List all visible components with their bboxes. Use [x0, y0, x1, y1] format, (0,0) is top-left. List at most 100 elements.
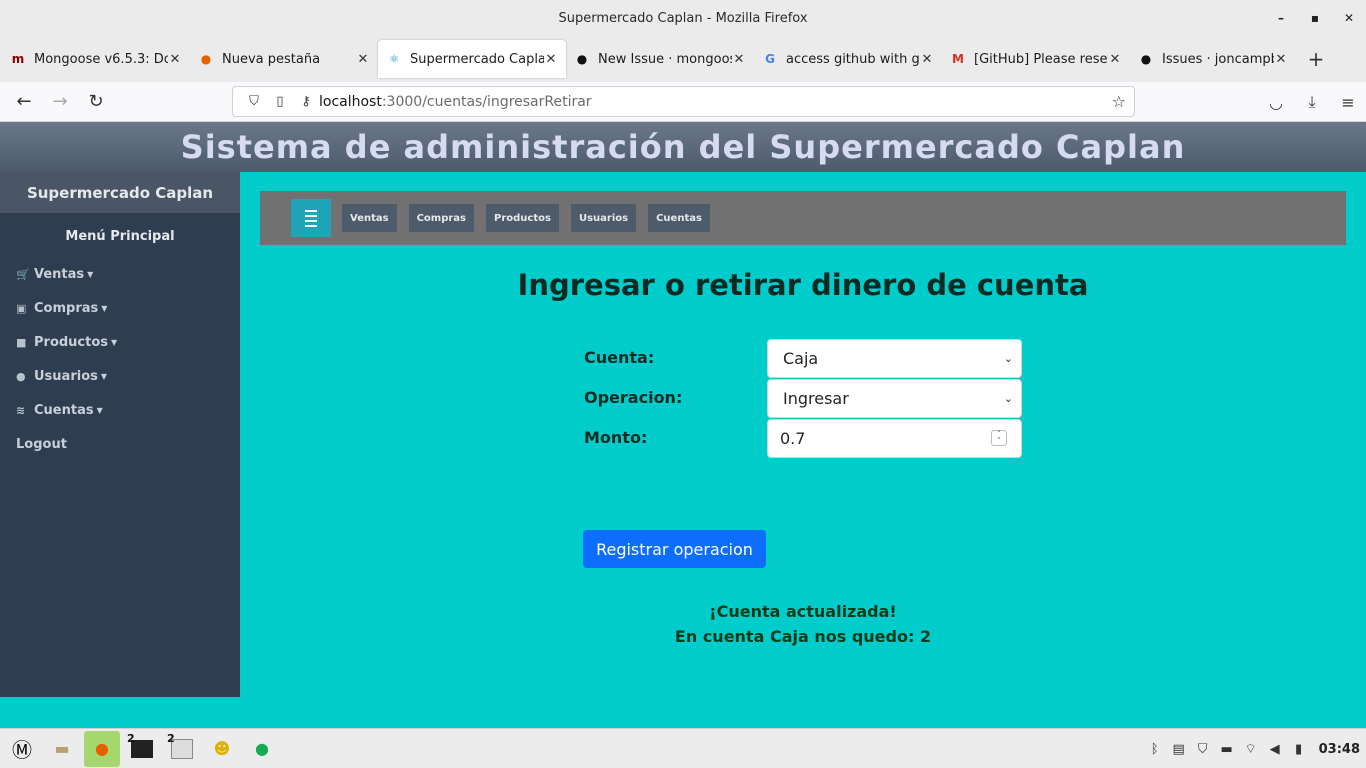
- maximize-icon[interactable]: ▪: [1298, 11, 1332, 25]
- tab-new-issue[interactable]: ● New Issue · mongoose ✕: [566, 40, 754, 78]
- tab-access-github[interactable]: G access github with git ✕: [754, 40, 942, 78]
- caret-down-icon: ▼: [111, 337, 118, 347]
- keyboard-icon[interactable]: ▬: [1215, 742, 1239, 757]
- sidebar-item-cuentas[interactable]: ≋ Cuentas ▼: [0, 393, 240, 427]
- wifi-icon[interactable]: ⌔: [1239, 741, 1263, 757]
- files-icon[interactable]: ▬: [44, 731, 80, 767]
- new-tab-icon[interactable]: +: [1300, 47, 1332, 71]
- toolbar-cuentas-button[interactable]: Cuentas: [648, 204, 710, 232]
- close-tab-icon[interactable]: ✕: [1108, 52, 1122, 67]
- close-tab-icon[interactable]: ✕: [544, 52, 558, 67]
- balance-prefix: En cuenta Caja nos quedo:: [674, 627, 915, 646]
- minimize-icon[interactable]: –: [1264, 11, 1298, 25]
- clock[interactable]: 03:48: [1319, 742, 1360, 757]
- caret-down-icon: ▼: [101, 303, 108, 313]
- operacion-select-value: Ingresar: [783, 389, 849, 408]
- shopping-bag-icon: ■: [16, 335, 27, 349]
- sidebar-item-label: Usuarios: [34, 368, 98, 384]
- pocket-icon[interactable]: ◡: [1258, 93, 1294, 112]
- react-icon: ⚛: [388, 52, 400, 66]
- github-icon: ●: [1140, 52, 1152, 66]
- mongoose-icon: m: [11, 52, 25, 66]
- sidebar-menu-title: Menú Principal: [65, 229, 175, 244]
- url-path: :3000/cuentas/ingresarRetirar: [381, 93, 592, 110]
- page-icon[interactable]: ▯: [267, 94, 293, 109]
- tab-label: Issues · joncampbell12: [1162, 51, 1274, 67]
- tab-label: Supermercado Caplan: [410, 51, 544, 67]
- close-tab-icon[interactable]: ✕: [1274, 52, 1288, 67]
- monto-input[interactable]: 0.7 ˄ ˅: [767, 419, 1022, 458]
- sidebar-item-label: Compras: [34, 300, 99, 316]
- caret-down-icon: ▼: [100, 371, 108, 381]
- tab-label: Mongoose v6.5.3: Doc: [34, 51, 168, 67]
- hamburger-menu-icon[interactable]: [291, 199, 331, 237]
- operacion-select[interactable]: Ingresar ⌄: [767, 379, 1022, 418]
- volume-icon[interactable]: ◀: [1263, 742, 1287, 757]
- monto-label: Monto:: [584, 428, 648, 447]
- firefox-icon: ●: [200, 52, 212, 66]
- tab-nueva-pestana[interactable]: ● Nueva pestaña ✕: [190, 40, 378, 78]
- tab-label: access github with git: [786, 51, 920, 67]
- mongodb-icon[interactable]: ●: [244, 731, 280, 767]
- firefox-taskbar-icon[interactable]: ●: [84, 730, 120, 767]
- toolbar-usuarios-button[interactable]: Usuarios: [570, 204, 637, 232]
- shield-tray-icon[interactable]: ⛉: [1191, 742, 1215, 757]
- cuenta-select[interactable]: Caja ⌄: [767, 339, 1022, 378]
- sidebar-item-usuarios[interactable]: ● Usuarios ▼: [0, 359, 240, 393]
- bookmark-star-icon[interactable]: ☆: [1112, 92, 1126, 111]
- close-window-icon[interactable]: ✕: [1332, 11, 1366, 25]
- terminal-taskbar-icon[interactable]: 2: [124, 731, 160, 767]
- registrar-operacion-button[interactable]: Registrar operacion: [583, 530, 766, 568]
- url-host: localhost: [319, 93, 382, 110]
- sidebar-brand[interactable]: Supermercado Caplan: [0, 172, 240, 213]
- close-tab-icon[interactable]: ✕: [920, 52, 934, 67]
- form-heading: Ingresar o retirar dinero de cuenta: [517, 268, 1089, 302]
- reload-icon[interactable]: ↻: [78, 91, 114, 112]
- number-spinner-icon[interactable]: ˄ ˅: [991, 430, 1007, 446]
- download-icon[interactable]: ⤓: [1294, 92, 1330, 112]
- chevron-down-icon: ⌄: [1003, 392, 1013, 405]
- close-tab-icon[interactable]: ✕: [732, 52, 746, 67]
- tab-mongoose[interactable]: m Mongoose v6.5.3: Doc ✕: [2, 40, 190, 78]
- cuenta-label: Cuenta:: [584, 348, 655, 367]
- back-icon[interactable]: ←: [6, 91, 42, 112]
- close-tab-icon[interactable]: ✕: [168, 52, 182, 67]
- sidebar-item-ventas[interactable]: 🛒 Ventas ▼: [0, 257, 240, 291]
- clipboard-icon[interactable]: ▤: [1167, 742, 1191, 757]
- page-title: Sistema de administración del Supermerca…: [180, 128, 1186, 166]
- sidebar-item-logout[interactable]: Logout: [0, 427, 240, 461]
- google-icon: G: [765, 52, 775, 66]
- tab-issues[interactable]: ● Issues · joncampbell12 ✕: [1130, 40, 1296, 78]
- sidebar-item-productos[interactable]: ■ Productos ▼: [0, 325, 240, 359]
- cuenta-select-value: Caja: [783, 349, 819, 368]
- shield-icon[interactable]: ⛉: [241, 94, 267, 109]
- key-icon[interactable]: ⚷: [293, 94, 319, 109]
- sidebar-item-label: Logout: [16, 436, 67, 452]
- tab-github-reset[interactable]: M [GitHub] Please reset ✕: [942, 40, 1130, 78]
- page-header: Sistema de administración del Supermerca…: [0, 122, 1366, 172]
- coins-icon: ≋: [16, 403, 26, 417]
- forward-icon[interactable]: →: [42, 91, 78, 112]
- file-manager-taskbar-icon[interactable]: 2: [164, 731, 200, 767]
- chevron-down-icon: ⌄: [1003, 352, 1013, 365]
- linux-mint-menu-icon[interactable]: Ⓜ: [4, 731, 40, 767]
- content-toolbar: Ventas Compras Productos Usuarios Cuenta…: [260, 191, 1346, 245]
- menu-icon[interactable]: ≡: [1330, 93, 1366, 112]
- close-tab-icon[interactable]: ✕: [356, 52, 370, 67]
- toolbar-ventas-button[interactable]: Ventas: [342, 204, 397, 232]
- success-message: ¡Cuenta actualizada!: [709, 602, 897, 621]
- balance-message: En cuenta Caja nos quedo: 2: [583, 627, 1023, 646]
- tab-supermercado-caplan[interactable]: ⚛ Supermercado Caplan ✕: [378, 40, 566, 78]
- battery-icon[interactable]: ▮: [1287, 742, 1311, 757]
- window-controls: – ▪ ✕: [1264, 0, 1366, 36]
- mascot-app-icon[interactable]: ☻: [204, 731, 240, 767]
- sidebar-item-compras[interactable]: ▣ Compras ▼: [0, 291, 240, 325]
- toolbar-compras-button[interactable]: Compras: [408, 204, 474, 232]
- url-bar[interactable]: ⛉ ▯ ⚷ localhost:3000/cuentas/ingresarRet…: [232, 86, 1135, 117]
- toolbar-productos-button[interactable]: Productos: [486, 204, 559, 232]
- sidebar-item-label: Productos: [34, 334, 109, 350]
- sidebar: Supermercado Caplan Menú Principal 🛒 Ven…: [0, 172, 240, 697]
- user-icon: ●: [16, 369, 26, 383]
- bluetooth-icon[interactable]: ᛒ: [1143, 742, 1167, 757]
- sidebar-list: 🛒 Ventas ▼ ▣ Compras ▼ ■ Productos ▼ ● Usua…: [0, 257, 240, 461]
